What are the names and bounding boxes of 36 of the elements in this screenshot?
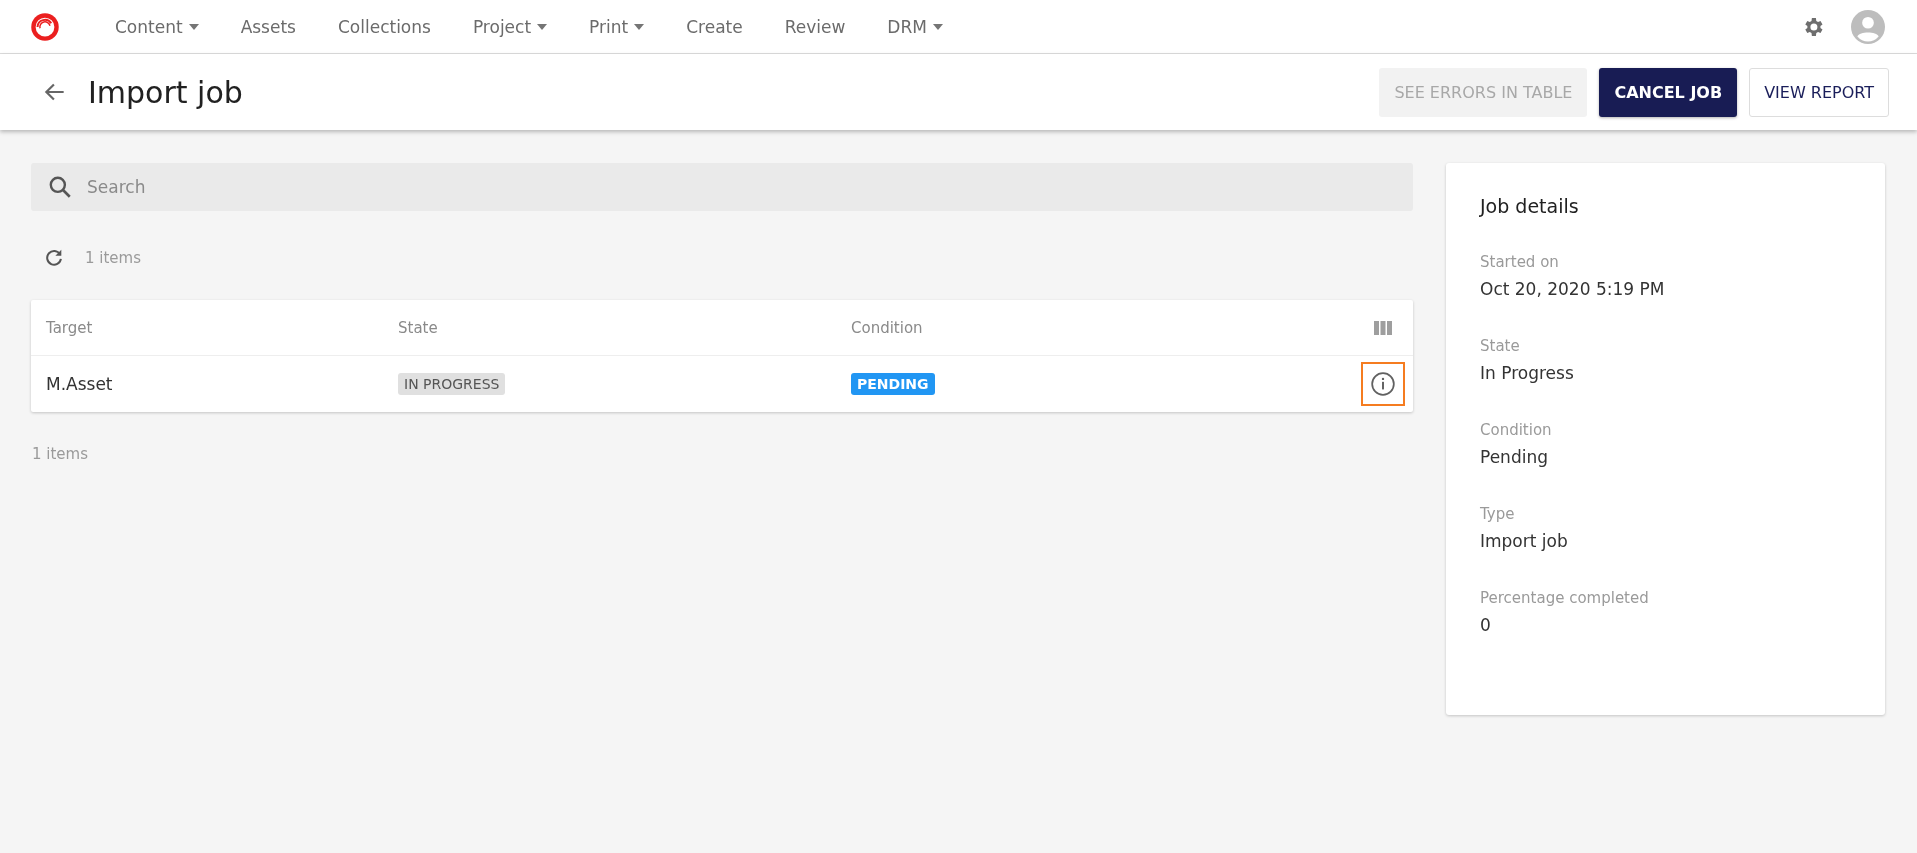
field-label: Percentage completed — [1480, 589, 1650, 607]
nav-link[interactable]: Content — [94, 16, 220, 37]
info-icon — [1370, 371, 1396, 397]
page-title: Import job — [88, 74, 243, 110]
field-value: Import job — [1480, 531, 1569, 551]
field-value: Pending — [1480, 447, 1549, 467]
table-cell-text: M.Asset — [46, 374, 114, 394]
item-count: 1 items — [32, 445, 89, 463]
field-label: Condition — [1480, 421, 1553, 439]
search-field[interactable]: Search — [31, 163, 1413, 211]
field-value: In Progress — [1480, 363, 1575, 383]
columns-icon[interactable] — [1374, 320, 1392, 335]
column-header: Condition — [851, 318, 924, 337]
field-label: Type — [1480, 505, 1516, 523]
field-label: Started on — [1480, 253, 1560, 271]
item-count: 1 items — [85, 249, 141, 267]
field-value: 0 — [1480, 615, 1492, 635]
action-button[interactable]: CANCEL JOB — [1599, 67, 1738, 117]
nav-link[interactable]: Review — [763, 16, 867, 37]
refresh-icon[interactable] — [43, 247, 65, 269]
logo-icon[interactable] — [30, 11, 60, 42]
status-badge: PENDING — [851, 373, 935, 395]
nav-link[interactable]: Create — [665, 16, 764, 37]
card-title: Job details — [1480, 195, 1580, 217]
info-button[interactable] — [1361, 362, 1405, 406]
column-header: State — [398, 318, 439, 337]
field-value: Oct 20, 2020 5:19 PM — [1480, 279, 1666, 299]
nav-link[interactable]: DRM — [866, 16, 964, 37]
column-header: Target — [46, 318, 94, 337]
action-button[interactable]: VIEW REPORT — [1749, 67, 1889, 117]
status-badge: IN PROGRESS — [398, 373, 506, 395]
nav-link[interactable]: Project — [451, 16, 569, 37]
field-label: State — [1480, 337, 1521, 355]
nav-link[interactable]: Assets — [219, 16, 317, 37]
nav-link[interactable]: Print — [568, 16, 666, 37]
nav-link[interactable]: Collections — [316, 16, 452, 37]
